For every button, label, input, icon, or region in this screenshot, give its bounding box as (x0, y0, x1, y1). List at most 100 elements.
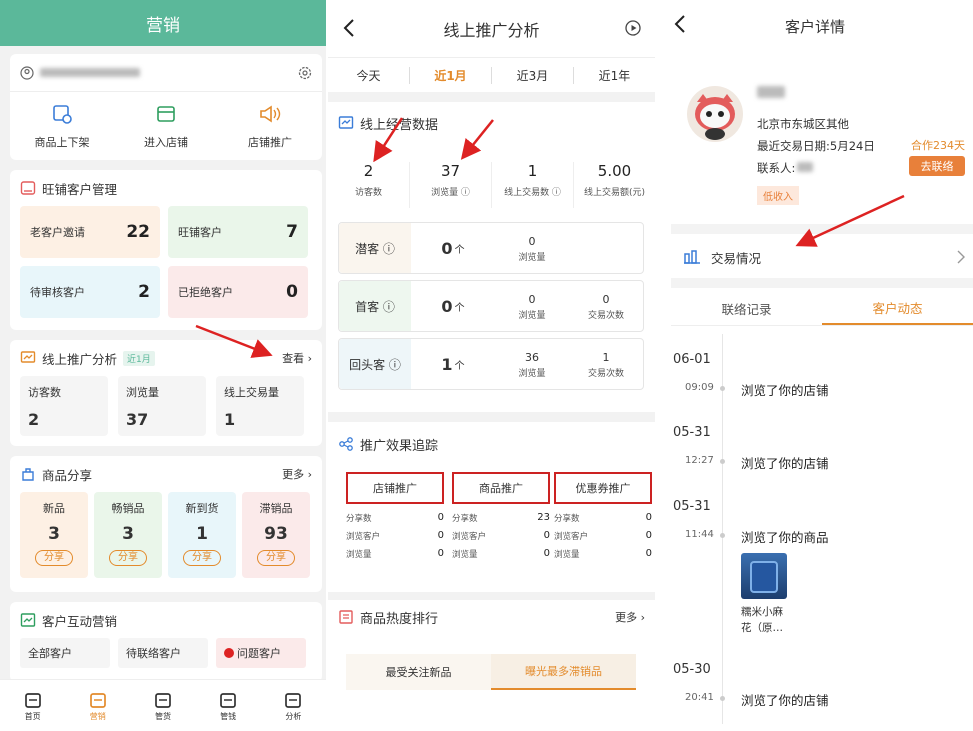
tab-new-products[interactable]: 最受关注新品 (346, 654, 491, 690)
share-item-value: 1 (196, 524, 208, 544)
timeline-event[interactable]: 浏览了你的店铺 (741, 690, 829, 709)
tab-marketing[interactable]: 营销 (78, 689, 118, 722)
customer-type-row[interactable]: 回头客 ⓘ 1 个 36 浏览量 1 交易次数 (338, 338, 644, 390)
timeline-dot (720, 386, 725, 391)
screenshot-collage: 营销 商品上下架 进入店铺 店铺推广 旺铺客户管理 老客户邀请 22 旺铺客户 … (0, 0, 973, 731)
share-item-value: 93 (264, 524, 288, 544)
row-count: 1个 (441, 354, 465, 374)
share-item[interactable]: 新到货 1 分享 (168, 492, 236, 578)
alert-icon (224, 648, 234, 658)
shop-promo-button[interactable]: 店铺推广 (225, 102, 315, 150)
analysis-stat[interactable]: 线上交易量 1 (216, 376, 304, 436)
ops-stat-value: 1 (527, 162, 538, 180)
tab-goods[interactable]: 管货 (143, 689, 183, 722)
analysis-stat[interactable]: 浏览量 37 (118, 376, 206, 436)
enter-shop-button[interactable]: 进入店铺 (121, 102, 211, 150)
product-name: 糯米小麻 花（原… (741, 606, 783, 634)
contact-button[interactable]: 去联络 (909, 156, 965, 176)
promo-title-button[interactable]: 优惠券推广 (554, 472, 652, 504)
shop-card: 商品上下架 进入店铺 店铺推广 (10, 54, 322, 160)
stat-value: 2 (28, 410, 40, 429)
shop-icon (157, 106, 175, 122)
stat-value: 37 (126, 410, 149, 429)
timeline-event[interactable]: 浏览了你的店铺 (741, 453, 829, 472)
product-thumbnail[interactable] (741, 553, 787, 599)
view-link[interactable]: 查看 › (282, 350, 312, 366)
promo-analysis-panel: 线上推广分析 今天 近1月 近3月 近1年 线上经营数据 2 访客数 37 浏览量 ⓘ 1 线上… (328, 0, 655, 731)
share-button[interactable]: 分享 (35, 550, 73, 566)
timeline-time: 09:09 (685, 382, 714, 393)
timeline-time: 20:41 (685, 692, 714, 703)
tab-customer-activity[interactable]: 客户动态 (822, 292, 973, 325)
tab-home[interactable]: 首页 (13, 689, 53, 722)
more-link[interactable]: 更多 › (282, 466, 312, 482)
interact-cell[interactable]: 全部客户 (20, 638, 110, 668)
tab-analysis[interactable]: 分析 (273, 689, 313, 722)
home-icon (24, 693, 41, 708)
customer-type-row[interactable]: 潜客 ⓘ 0 个 0 浏览量 (338, 222, 644, 274)
crm-cell[interactable]: 旺铺客户 7 (168, 206, 308, 258)
period-tab[interactable]: 今天 (328, 66, 410, 84)
crm-cell-label: 已拒绝客户 (178, 286, 233, 299)
share-item-value: 3 (48, 524, 60, 544)
interact-cell[interactable]: 待联络客户 (118, 638, 208, 668)
timeline-dot (720, 696, 725, 701)
back-icon[interactable] (673, 14, 687, 34)
page-title: 客户详情 (784, 17, 845, 36)
interact-icon (20, 613, 36, 627)
timeline-event[interactable]: 浏览了你的店铺 (741, 380, 829, 399)
period-tab[interactable]: 近3月 (492, 66, 574, 84)
promo-metric: 浏览量 0 (452, 548, 550, 560)
bar-chart-icon (684, 250, 700, 264)
crm-cell[interactable]: 已拒绝客户 0 (168, 266, 308, 318)
trade-row[interactable]: 交易情况 (671, 236, 973, 278)
last-trade-date: 最近交易日期:5月24日 (757, 139, 875, 153)
row-metric: 1 交易次数 (587, 351, 624, 379)
timeline-date: 05-31 (673, 499, 711, 514)
timeline-dot (720, 533, 725, 538)
gear-icon[interactable] (298, 66, 312, 80)
divider (671, 224, 973, 234)
ranking-icon (339, 610, 353, 624)
crm-cell-value: 7 (286, 222, 298, 242)
promo-metric: 分享数 23 (452, 512, 550, 524)
stat-label: 访客数 (28, 386, 61, 399)
share-button[interactable]: 分享 (257, 550, 295, 566)
timeline-dot (720, 459, 725, 464)
promo-title-button[interactable]: 商品推广 (452, 472, 550, 504)
play-icon[interactable] (625, 20, 641, 36)
promo-metric: 浏览客户 0 (554, 530, 652, 542)
share-item[interactable]: 畅销品 3 分享 (94, 492, 162, 578)
crm-cell[interactable]: 老客户邀请 22 (20, 206, 160, 258)
crm-icon (20, 181, 36, 195)
share-button[interactable]: 分享 (183, 550, 221, 566)
analysis-stat[interactable]: 访客数 2 (20, 376, 108, 436)
tab-contact-records[interactable]: 联络记录 (671, 292, 822, 325)
customer-type-row[interactable]: 首客 ⓘ 0 个 0 浏览量 0 交易次数 (338, 280, 644, 332)
promo-title-button[interactable]: 店铺推广 (346, 472, 444, 504)
period-tab[interactable]: 近1年 (574, 67, 655, 84)
share-item[interactable]: 滞销品 93 分享 (242, 492, 310, 578)
bottom-tabbar: 首页 营销 管货 管钱 分析 (0, 679, 326, 731)
period-tab[interactable]: 近1月 (410, 66, 492, 84)
divider (671, 278, 973, 288)
share-button[interactable]: 分享 (109, 550, 147, 566)
timeline-date: 05-31 (673, 425, 711, 440)
share-icon (22, 468, 34, 481)
interact-cell[interactable]: 问题客户 (216, 638, 306, 668)
analysis-icon (20, 351, 36, 363)
crm-cell[interactable]: 待审核客户 2 (20, 266, 160, 318)
p3-header: 客户详情 (657, 0, 973, 52)
ops-stat: 1 线上交易数 ⓘ (492, 162, 574, 208)
back-icon[interactable] (342, 18, 356, 38)
share-item[interactable]: 新品 3 分享 (20, 492, 88, 578)
row-metric: 36 浏览量 (518, 351, 546, 379)
ranking-tabs: 最受关注新品 曝光最多滞销品 (346, 654, 636, 690)
timeline-time: 11:44 (685, 529, 714, 540)
ops-stat-value: 2 (363, 162, 374, 180)
shelf-button[interactable]: 商品上下架 (17, 102, 107, 150)
tab-slow-products[interactable]: 曝光最多滞销品 (491, 654, 636, 690)
tab-money[interactable]: 管钱 (208, 689, 248, 722)
ranking-more-link[interactable]: 更多 › (615, 609, 645, 625)
timeline-event[interactable]: 浏览了你的商品 (741, 527, 829, 546)
